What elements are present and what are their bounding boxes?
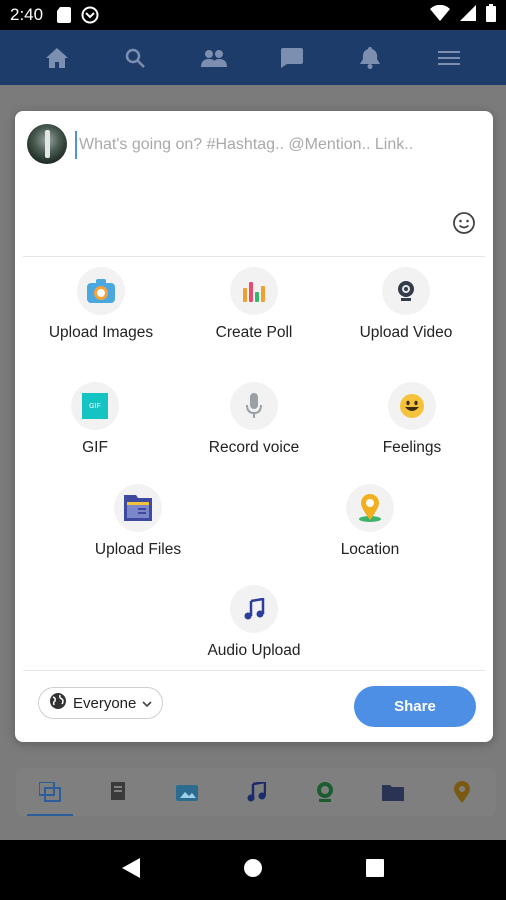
tab-photo[interactable] <box>162 768 212 816</box>
back-icon[interactable] <box>121 857 140 883</box>
option-label: Upload Video <box>359 324 453 341</box>
privacy-label: Everyone <box>73 694 137 712</box>
menu-icon[interactable] <box>429 38 469 78</box>
tab-gallery[interactable] <box>25 768 75 816</box>
tab-location[interactable] <box>437 768 487 816</box>
smile-emoji-icon <box>388 382 436 430</box>
globe-icon <box>49 692 67 714</box>
sd-card-icon <box>57 7 72 23</box>
post-text-input[interactable] <box>75 131 475 159</box>
privacy-selector[interactable]: Everyone <box>38 687 164 719</box>
avatar <box>27 124 67 164</box>
share-button[interactable]: Share <box>354 686 476 727</box>
tab-files[interactable] <box>368 768 418 816</box>
camera-icon <box>77 267 125 315</box>
option-label: Upload Images <box>48 324 154 341</box>
folder-icon <box>114 484 162 532</box>
status-time: 2:40 <box>10 5 44 24</box>
option-label: Audio Upload <box>207 642 301 659</box>
gif-option[interactable]: GIF GIF <box>15 382 175 457</box>
smiley-icon[interactable] <box>452 211 476 235</box>
music-note-icon <box>230 585 278 633</box>
map-pin-icon <box>346 484 394 532</box>
divider <box>23 670 485 671</box>
upload-video-option[interactable]: Upload Video <box>326 267 486 342</box>
chevron-down-icon <box>142 695 152 712</box>
wifi-icon <box>430 4 450 26</box>
upload-images-option[interactable]: Upload Images <box>21 267 181 342</box>
webcam-icon <box>382 267 430 315</box>
microphone-icon <box>230 382 278 430</box>
feelings-option[interactable]: Feelings <box>332 382 492 457</box>
bell-icon[interactable] <box>350 38 390 78</box>
create-poll-option[interactable]: Create Poll <box>174 267 334 342</box>
tab-music[interactable] <box>231 768 281 816</box>
tab-post[interactable] <box>94 768 144 816</box>
option-label: Upload Files <box>94 541 182 558</box>
option-label: Record voice <box>208 439 300 456</box>
friends-icon[interactable] <box>194 38 234 78</box>
bar-chart-icon <box>230 267 278 315</box>
app-bar <box>0 30 506 85</box>
battery-icon <box>486 3 496 27</box>
create-post-dialog: Upload Images Create Poll Upload Video G… <box>15 111 493 742</box>
record-voice-option[interactable]: Record voice <box>174 382 334 457</box>
location-option[interactable]: Location <box>290 484 450 559</box>
gif-icon: GIF <box>71 382 119 430</box>
recents-icon[interactable] <box>366 858 385 882</box>
option-label: GIF <box>82 439 108 456</box>
system-nav-bar <box>0 840 506 900</box>
search-icon[interactable] <box>115 38 155 78</box>
status-bar: 2:40 <box>0 0 506 30</box>
composer-tabs <box>16 768 496 816</box>
upload-files-option[interactable]: Upload Files <box>58 484 218 559</box>
divider <box>23 256 485 257</box>
home-circle-icon[interactable] <box>243 858 263 883</box>
sync-icon <box>81 6 99 24</box>
tab-camera[interactable] <box>300 768 350 816</box>
home-icon[interactable] <box>37 38 77 78</box>
audio-upload-option[interactable]: Audio Upload <box>174 585 334 660</box>
option-label: Feelings <box>382 439 442 456</box>
messages-icon[interactable] <box>272 38 312 78</box>
option-label: Create Poll <box>215 324 293 341</box>
signal-icon <box>460 4 476 26</box>
option-label: Location <box>340 541 400 558</box>
gif-badge: GIF <box>82 393 108 419</box>
